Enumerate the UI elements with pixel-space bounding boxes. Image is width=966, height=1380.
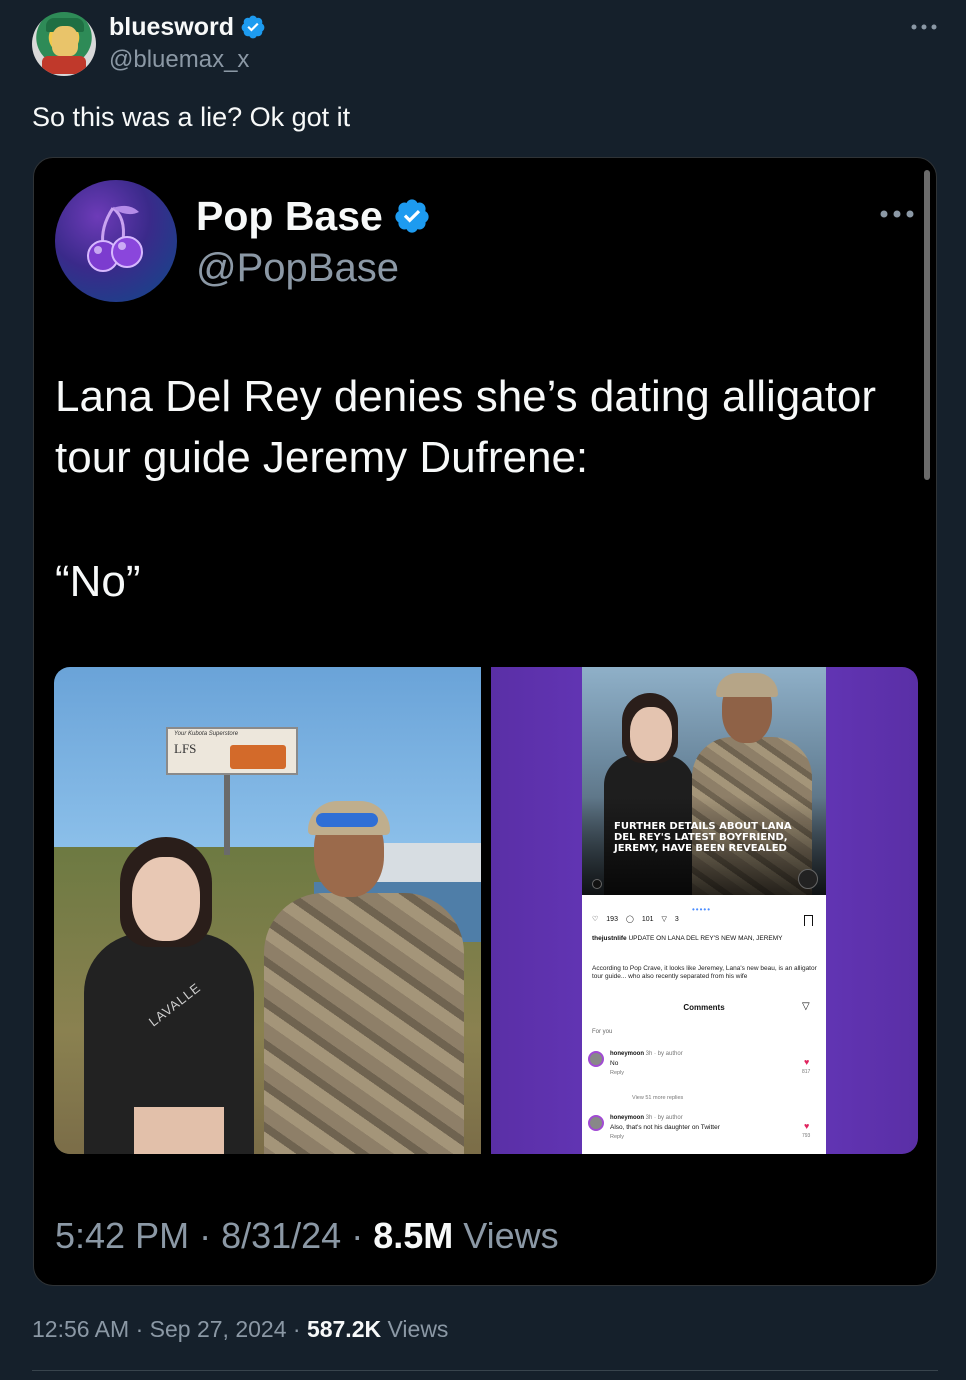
tweet-date[interactable]: Sep 27, 2024 <box>150 1316 287 1342</box>
quoted-tweet-text: Lana Del Rey denies she’s dating alligat… <box>55 372 877 482</box>
quoted-handle[interactable]: @PopBase <box>196 244 399 292</box>
share-icon: ▽ <box>661 916 667 923</box>
comment-meta: honeymoon 3h · by author <box>610 1051 683 1057</box>
quoted-views-count: 8.5M <box>373 1215 454 1256</box>
filter-icon: ▽ <box>802 1001 810 1012</box>
reply-link: Reply <box>610 1134 625 1140</box>
woman-midriff <box>134 1107 224 1154</box>
billboard-small-text: Your Kubota Superstore <box>174 731 239 737</box>
comment-likes: 817 <box>802 1069 811 1075</box>
commenter-name: honeymoon <box>610 1115 644 1121</box>
user-tag-icon <box>592 879 602 889</box>
comment-text: Also, that's not his daughter on Twitter <box>610 1124 720 1131</box>
caption-text: UPDATE ON LANA DEL REY'S NEW MAN, JEREMY <box>628 935 783 942</box>
caption-user: thejustnlife <box>592 935 627 942</box>
post-body: According to Pop Crave, it looks like Je… <box>592 965 817 980</box>
quoted-avatar[interactable] <box>55 180 177 302</box>
quoted-meta: 5:42 PM · 8/31/24 · 8.5M Views <box>55 1212 559 1260</box>
quoted-date[interactable]: 8/31/24 <box>221 1215 341 1256</box>
post-stats: ♡ 193 ◯ 101 ▽ 3 <box>592 915 679 924</box>
divider <box>32 1370 938 1371</box>
comment-meta: honeymoon 3h · by author <box>610 1115 683 1121</box>
shares-count: 3 <box>674 915 679 923</box>
heart-icon: ♡ <box>592 916 599 923</box>
quoted-name-row[interactable]: Pop Base <box>196 192 431 240</box>
comments-title: Comments <box>683 1003 725 1012</box>
views-label: Views <box>387 1316 449 1342</box>
separator: · <box>135 1316 150 1342</box>
quoted-time[interactable]: 5:42 PM <box>55 1215 189 1256</box>
quoted-views-label: Views <box>463 1215 559 1256</box>
for-you-label: For you <box>592 1029 613 1035</box>
comment-icon: ◯ <box>625 916 634 923</box>
carousel-dots: ••••• <box>692 905 712 914</box>
quoted-display-name[interactable]: Pop Base <box>196 192 383 240</box>
comment-time: 3h · by author <box>645 1115 683 1121</box>
photo-woman: LAVALLE <box>84 837 254 1154</box>
commenter-avatar <box>588 1115 604 1131</box>
photo-man <box>264 801 464 1154</box>
heart-icon: ♥ <box>804 1057 810 1067</box>
comment-text: No <box>610 1060 619 1067</box>
woman-face <box>132 857 200 941</box>
view-more-replies: View 51 more replies <box>632 1095 684 1101</box>
separator: · <box>292 1316 307 1342</box>
author-avatar[interactable] <box>32 12 96 76</box>
verified-badge-icon <box>241 15 265 39</box>
more-options-icon[interactable] <box>910 22 938 32</box>
views-count: 587.2K <box>306 1316 382 1342</box>
more-options-icon[interactable] <box>879 208 915 220</box>
comments-count: 101 <box>641 915 654 923</box>
man-sunglasses <box>316 813 378 827</box>
account-logo-icon <box>798 869 818 889</box>
media-photo-left[interactable]: Your Kubota Superstore LFS LAVALLE <box>54 667 481 1154</box>
man-body <box>264 893 464 1154</box>
commenter-name: honeymoon <box>610 1051 644 1057</box>
comment-likes: 793 <box>802 1133 811 1139</box>
comment-item: honeymoon 3h · by author No Reply ♥ 817 <box>588 1051 820 1091</box>
comment-item: honeymoon 3h · by author Also, that's no… <box>588 1115 820 1154</box>
bookmark-icon <box>804 915 813 926</box>
avatar-face <box>52 26 78 56</box>
post-photo: FURTHER DETAILS ABOUT LANA DEL REY'S LAT… <box>582 667 826 895</box>
tweet-meta: 12:56 AM · Sep 27, 2024 · 587.2K Views <box>32 1314 448 1344</box>
cherry-icon <box>87 205 143 272</box>
likes-count: 193 <box>606 915 618 923</box>
verified-badge-icon <box>395 199 429 233</box>
media-photo-right[interactable]: FURTHER DETAILS ABOUT LANA DEL REY'S LAT… <box>491 667 918 1154</box>
heart-icon: ♥ <box>804 1121 810 1131</box>
quoted-tweet-card[interactable]: Pop Base @PopBase Lana Del Rey denies sh… <box>33 157 937 1286</box>
tweet: bluesword @bluemax_x So this was a lie? … <box>0 0 966 1380</box>
separator: · <box>199 1215 222 1256</box>
author-display-name[interactable]: bluesword <box>109 12 234 42</box>
instagram-screenshot: FURTHER DETAILS ABOUT LANA DEL REY'S LAT… <box>582 667 826 1154</box>
quoted-tweet-quote: “No” <box>55 557 141 606</box>
post-woman-face <box>630 707 672 761</box>
billboard-tractor <box>230 745 286 769</box>
post-headline: FURTHER DETAILS ABOUT LANA DEL REY'S LAT… <box>614 821 792 854</box>
billboard-brand: LFS <box>174 741 197 756</box>
billboard: Your Kubota Superstore LFS <box>166 727 298 775</box>
post-caption: thejustnlife UPDATE ON LANA DEL REY'S NE… <box>592 935 818 943</box>
tweet-time[interactable]: 12:56 AM <box>32 1316 129 1342</box>
author-name-row[interactable]: bluesword <box>109 12 266 42</box>
reply-link: Reply <box>610 1070 625 1076</box>
avatar-shirt <box>42 56 86 74</box>
tweet-text: So this was a lie? Ok got it <box>32 102 351 132</box>
author-handle[interactable]: @bluemax_x <box>109 46 249 74</box>
media-grid: Your Kubota Superstore LFS LAVALLE FURTH… <box>54 667 918 1154</box>
post-man-cap <box>716 673 778 697</box>
separator: · <box>351 1215 374 1256</box>
comment-time: 3h · by author <box>645 1051 683 1057</box>
commenter-avatar <box>588 1051 604 1067</box>
